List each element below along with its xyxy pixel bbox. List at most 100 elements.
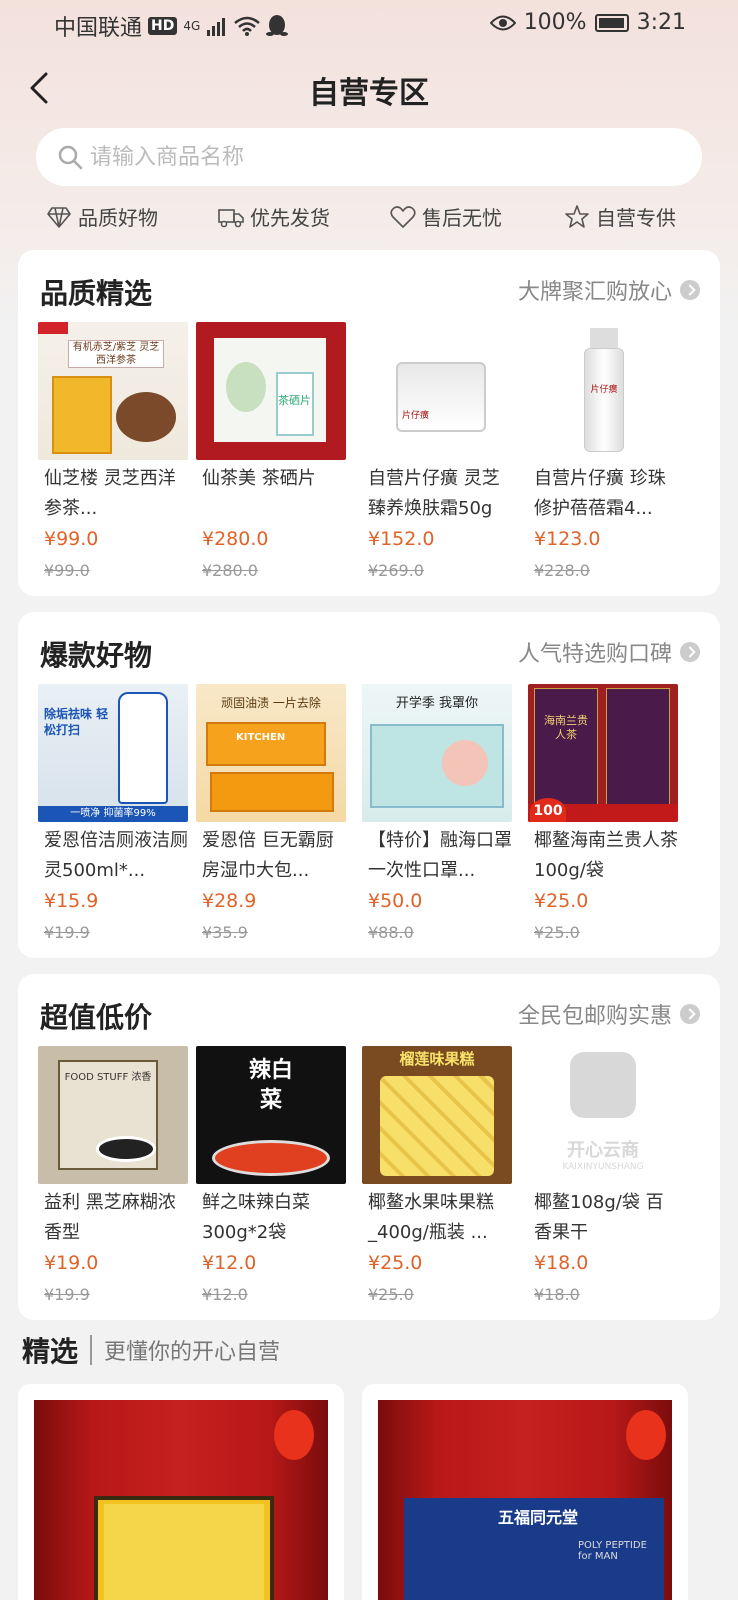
featured-image: 五福同元堂 POLY PEPTIDE for MAN: [378, 1400, 672, 1600]
product-original-price: ¥25.0: [368, 1285, 414, 1304]
product-name: 鲜之味辣白菜300g*2袋: [202, 1192, 310, 1243]
product-original-price: ¥280.0: [202, 561, 258, 580]
product-card[interactable]: 海南兰贵人茶 100 椰鳌海南兰贵人茶100g/袋 ¥25.0 ¥25.0: [528, 684, 678, 954]
product-image-label: 顽固油渍 一片去除: [221, 696, 321, 710]
product-original-price: ¥269.0: [368, 561, 424, 580]
product-image: 开学季 我罩你: [362, 684, 512, 822]
battery-icon: [594, 13, 629, 32]
feature-shipping: 优先发货: [218, 202, 330, 231]
page-title: 自营专区: [309, 76, 429, 111]
product-image-brand: KITCHEN: [236, 732, 286, 743]
featured-image: [34, 1400, 328, 1600]
product-original-price: ¥35.9: [202, 923, 248, 942]
search-icon: [58, 145, 83, 170]
hd-badge: HD: [148, 17, 178, 35]
product-card[interactable]: 榴莲味果糕 椰鳌水果味果糕_400g/瓶装 ... ¥25.0 ¥25.0: [362, 1046, 512, 1316]
product-name: 仙茶美 茶硒片: [202, 468, 316, 489]
featured-subtitle: 更懂你的开心自营: [104, 1340, 281, 1365]
product-card[interactable]: 除垢祛味 轻松打扫 一喷净 抑菌率99% 爱恩倍洁厕液洁厕灵500ml*... …: [38, 684, 188, 954]
featured-brand: 五福同元堂: [498, 1508, 579, 1527]
product-card[interactable]: 茶硒片 仙茶美 茶硒片 ¥280.0 ¥280.0: [196, 322, 346, 592]
product-image: 辣白菜: [196, 1046, 346, 1184]
product-price: ¥99.0: [44, 528, 99, 550]
product-image-label: 有机赤芝/紫芝 灵芝西洋参茶: [68, 340, 164, 368]
product-card[interactable]: 辣白菜 鲜之味辣白菜300g*2袋 ¥12.0 ¥12.0: [196, 1046, 346, 1316]
product-image-label: 辣白菜: [248, 1058, 293, 1113]
product-name: 自营片仔癀 珍珠修护蓓蓓霜4...: [534, 468, 666, 519]
product-price: ¥25.0: [368, 1252, 423, 1274]
product-name: 【特价】融海口罩 一次性口罩...: [368, 830, 512, 881]
section-subtitle: 全民包邮购实惠: [517, 1004, 672, 1029]
product-price: ¥123.0: [534, 528, 601, 550]
product-card[interactable]: FOOD STUFF 浓香 益利 黑芝麻糊浓香型 ¥19.0 ¥19.9: [38, 1046, 188, 1316]
wifi-icon: [234, 16, 261, 36]
placeholder-logo-text: 开心云商: [567, 1140, 639, 1161]
nav-bar: 自营专区: [0, 52, 738, 124]
product-image-label: FOOD STUFF 浓香: [64, 1072, 152, 1083]
product-list: FOOD STUFF 浓香 益利 黑芝麻糊浓香型 ¥19.0 ¥19.9 辣白菜…: [38, 1046, 702, 1316]
search-input[interactable]: [90, 144, 650, 170]
product-name: 仙芝楼 灵芝西洋参茶...: [44, 468, 176, 519]
chevron-right-icon: [680, 1004, 700, 1024]
clock: 3:21: [636, 10, 686, 35]
product-card[interactable]: 片仔癀 自营片仔癀 灵芝臻养焕肤霜50g ¥152.0 ¥269.0: [362, 322, 512, 592]
featured-header: 精选 更懂你的开心自营: [22, 1330, 280, 1370]
product-card[interactable]: 片仔癀 自营片仔癀 珍珠修护蓓蓓霜4... ¥123.0 ¥228.0: [528, 322, 678, 592]
product-price: ¥25.0: [534, 890, 589, 912]
product-card[interactable]: 开心云商 KAIXINYUNSHANG 椰鳌108g/袋 百香果干 ¥18.0 …: [528, 1046, 678, 1316]
placeholder-logo-icon: [570, 1052, 636, 1118]
product-card[interactable]: 开学季 我罩你 【特价】融海口罩 一次性口罩... ¥50.0 ¥88.0: [362, 684, 512, 954]
product-image: 海南兰贵人茶 100: [528, 684, 678, 822]
section-title: 品质精选: [40, 277, 153, 310]
product-name: 益利 黑芝麻糊浓香型: [44, 1192, 176, 1243]
feature-aftersale: 售后无忧: [390, 202, 502, 231]
status-left: 中国联通 HD 4G: [54, 10, 289, 42]
feature-label: 自营专供: [596, 206, 676, 230]
product-image: 除垢祛味 轻松打扫 一喷净 抑菌率99%: [38, 684, 188, 822]
product-name: 爱恩倍 巨无霸厨房湿巾大包...: [202, 830, 334, 881]
section-title: 爆款好物: [40, 639, 153, 672]
product-image: 有机赤芝/紫芝 灵芝西洋参茶: [38, 322, 188, 460]
product-price: ¥152.0: [368, 528, 435, 550]
product-price: ¥15.9: [44, 890, 99, 912]
product-price: ¥50.0: [368, 890, 423, 912]
product-original-price: ¥19.9: [44, 1285, 90, 1304]
product-image-label: 榴莲味果糕: [399, 1050, 475, 1068]
section-subtitle: 人气特选购口碑: [517, 642, 672, 667]
product-image-label: 茶硒片: [278, 394, 311, 407]
product-image: FOOD STUFF 浓香: [38, 1046, 188, 1184]
feature-row: 品质好物 优先发货 售后无忧 自营专供: [0, 202, 738, 242]
featured-title: 精选: [22, 1335, 79, 1368]
feature-label: 品质好物: [78, 206, 158, 230]
product-name: 椰鳌海南兰贵人茶100g/袋: [534, 830, 678, 881]
product-image-label: 片仔癀: [590, 385, 618, 395]
product-original-price: ¥88.0: [368, 923, 414, 942]
product-image: 片仔癀: [362, 322, 512, 460]
product-name: 椰鳌水果味果糕_400g/瓶装 ...: [368, 1192, 494, 1243]
eye-icon: [489, 15, 516, 30]
product-image-banner: 一喷净 抑菌率99%: [38, 806, 188, 822]
product-image: 顽固油渍 一片去除 KITCHEN: [196, 684, 346, 822]
product-card[interactable]: 有机赤芝/紫芝 灵芝西洋参茶 仙芝楼 灵芝西洋参茶... ¥99.0 ¥99.0: [38, 322, 188, 592]
qq-icon: [266, 15, 289, 36]
diamond-icon: [47, 206, 71, 228]
product-original-price: ¥12.0: [202, 1285, 248, 1304]
battery-percent: 100%: [523, 10, 587, 35]
section-more-link[interactable]: 全民包邮购实惠: [518, 998, 700, 1030]
product-name: 自营片仔癀 灵芝臻养焕肤霜50g: [368, 468, 500, 519]
search-bar[interactable]: [36, 128, 702, 186]
chevron-right-icon: [680, 642, 700, 662]
chevron-right-icon: [680, 280, 700, 300]
product-price: ¥280.0: [202, 528, 269, 550]
status-bar: 中国联通 HD 4G 100% 3:21: [0, 0, 738, 52]
star-icon: [565, 204, 589, 228]
network-label: 4G: [183, 19, 201, 33]
featured-card[interactable]: [18, 1384, 344, 1600]
section-more-link[interactable]: 人气特选购口碑: [518, 636, 700, 668]
product-image: 开心云商 KAIXINYUNSHANG: [528, 1046, 678, 1184]
featured-card[interactable]: 五福同元堂 POLY PEPTIDE for MAN: [362, 1384, 688, 1600]
product-price: ¥28.9: [202, 890, 257, 912]
section-more-link[interactable]: 大牌聚汇购放心: [518, 274, 700, 306]
truck-icon: [218, 208, 244, 227]
product-card[interactable]: 顽固油渍 一片去除 KITCHEN 爱恩倍 巨无霸厨房湿巾大包... ¥28.9…: [196, 684, 346, 954]
